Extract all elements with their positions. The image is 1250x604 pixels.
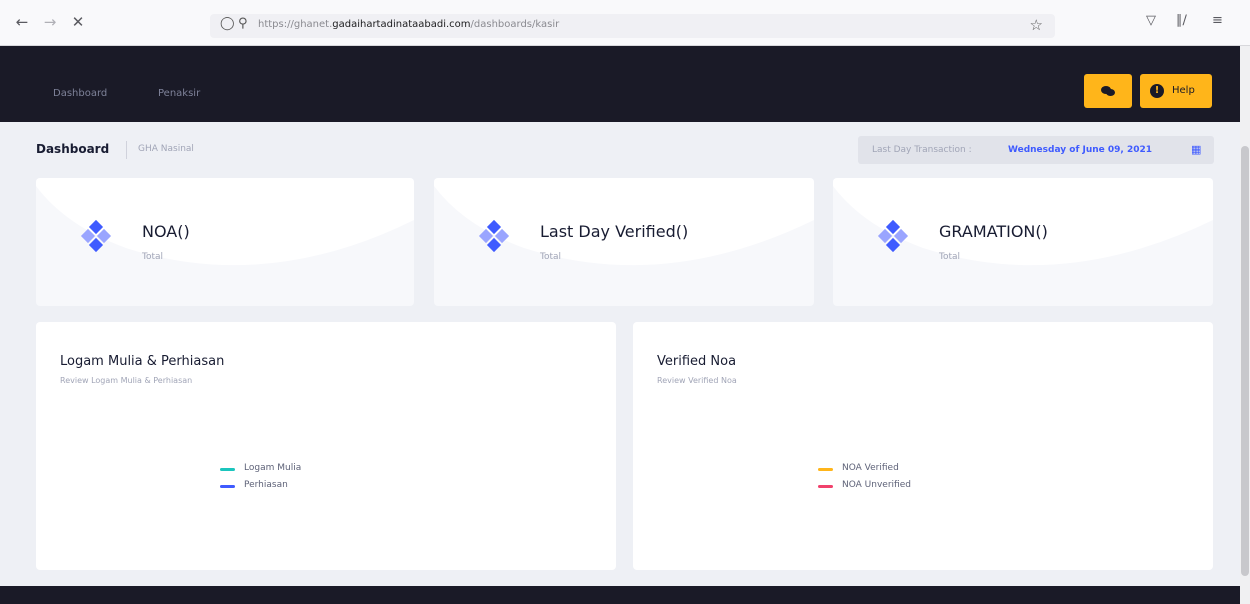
legend-label: NOA Verified — [842, 463, 899, 473]
help-label: Help — [1172, 85, 1195, 96]
url-domain: gadaihartadinataabadi.com — [332, 19, 471, 30]
stat-subtitle: Total — [939, 252, 961, 262]
legend-label: NOA Unverified — [842, 480, 911, 490]
back-arrow-icon[interactable]: ← — [12, 12, 32, 32]
last-transaction-badge[interactable]: Last Day Transaction : Wednesday of June… — [858, 136, 1214, 164]
lock-icon[interactable]: ⚲ — [238, 16, 248, 31]
page-title: Dashboard — [36, 142, 110, 156]
legend-label: Logam Mulia — [244, 463, 302, 473]
help-button[interactable]: ! Help — [1140, 74, 1212, 108]
stat-title: NOA() — [142, 222, 190, 241]
chart-card-verified-noa: Verified Noa Review Verified Noa NOA Ver… — [633, 322, 1213, 570]
legend-label: Perhiasan — [244, 480, 288, 490]
layers-icon — [80, 219, 112, 256]
url-prefix: https://ghanet. — [258, 19, 333, 30]
legend-swatch — [220, 485, 235, 488]
legend-swatch — [818, 485, 833, 488]
layers-icon — [877, 219, 909, 256]
stat-title: Last Day Verified() — [540, 222, 689, 241]
legend-swatch — [220, 468, 235, 471]
shield-icon[interactable]: ◯ — [220, 16, 235, 31]
browser-toolbar: ← → ✕ ◯ ⚲ https://ghanet.gadaihartadinat… — [0, 0, 1250, 46]
chart-subtitle: Review Verified Noa — [657, 376, 737, 385]
chart-card-logam-mulia-perhiasan: Logam Mulia & Perhiasan Review Logam Mul… — [36, 322, 616, 570]
url-path: /dashboards/kasir — [470, 19, 560, 30]
stat-card-noa: NOA() Total — [36, 178, 414, 306]
breadcrumb[interactable]: GHA Nasinal — [138, 144, 194, 154]
exclamation-circle-icon: ! — [1150, 84, 1164, 98]
chart-title: Verified Noa — [657, 354, 737, 369]
nav-item-penaksir[interactable]: Penaksir — [158, 88, 200, 99]
subheader-separator — [126, 141, 127, 159]
layers-icon — [478, 219, 510, 256]
library-icon[interactable]: ∥∕ — [1176, 13, 1187, 28]
chat-icon — [1101, 85, 1115, 96]
pocket-icon[interactable]: ▽ — [1146, 13, 1156, 28]
bookmark-star-icon[interactable]: ☆ — [1030, 16, 1043, 34]
nav-item-dashboard[interactable]: Dashboard — [53, 88, 107, 99]
menu-icon[interactable]: ≡ — [1212, 13, 1223, 28]
stat-card-last-day-verified: Last Day Verified() Total — [434, 178, 814, 306]
forward-arrow-icon[interactable]: → — [40, 12, 60, 32]
stat-title: GRAMATION() — [939, 222, 1048, 241]
chat-button[interactable] — [1084, 74, 1132, 108]
chart-subtitle: Review Logam Mulia & Perhiasan — [60, 376, 193, 385]
last-transaction-label: Last Day Transaction : — [872, 145, 972, 155]
stat-subtitle: Total — [142, 252, 164, 262]
app-header: Dashboard Penaksir — [0, 46, 1240, 122]
last-transaction-value: Wednesday of June 09, 2021 — [1008, 145, 1153, 155]
legend-swatch — [818, 468, 833, 471]
address-bar[interactable]: ◯ ⚲ https://ghanet.gadaihartadinataabadi… — [210, 14, 1055, 38]
calendar-icon: ▦ — [1191, 143, 1202, 156]
scrollbar-thumb[interactable] — [1241, 146, 1249, 576]
stop-close-icon[interactable]: ✕ — [68, 12, 88, 32]
stat-subtitle: Total — [540, 252, 562, 262]
stat-card-gramation: GRAMATION() Total — [833, 178, 1213, 306]
chart-title: Logam Mulia & Perhiasan — [60, 354, 225, 369]
footer-bar — [0, 586, 1240, 604]
url-text[interactable]: https://ghanet.gadaihartadinataabadi.com… — [258, 19, 559, 30]
